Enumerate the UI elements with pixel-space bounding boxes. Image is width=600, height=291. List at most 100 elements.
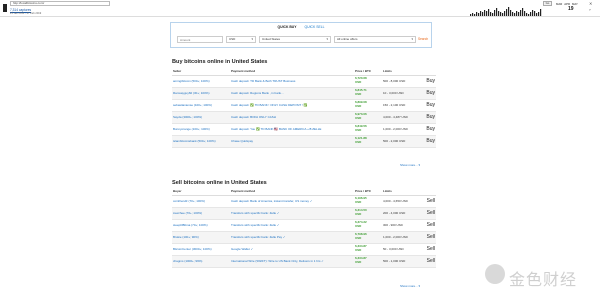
histogram-bar: [538, 12, 540, 16]
table-row[interactable]: Ramsayguy60 (30+; 100%) Cash deposit: Reg…: [172, 87, 436, 100]
trader-link[interactable]: sebastianiense (100+; 100%): [172, 99, 230, 112]
histogram-bar: [504, 11, 506, 16]
sell-button[interactable]: Sell: [420, 207, 436, 220]
histogram-bar: [488, 9, 490, 16]
payment-method-link[interactable]: Cash deposit: Bank of America, instant t…: [230, 195, 354, 208]
buy-button[interactable]: Buy: [420, 99, 436, 112]
wayback-day: 19: [568, 6, 574, 12]
payment-method-link[interactable]: Google Wallet ✓: [230, 243, 354, 256]
limits-cell: 1,000 - 2,000 USD: [382, 123, 420, 136]
trader-link[interactable]: coinfriendlr (70+; 100%): [172, 195, 230, 208]
trader-link[interactable]: zewchee (70+; 100%): [172, 207, 230, 220]
histogram-bar: [500, 12, 502, 16]
chevron-down-icon: ▾: [326, 37, 328, 41]
payment-method-link[interactable]: Chase Quickpay: [230, 135, 354, 148]
buy-show-more-link[interactable]: Show more... ▾: [400, 163, 420, 167]
amount-input[interactable]: [177, 36, 223, 43]
month-prev[interactable]: MAR: [556, 2, 562, 6]
limits-cell: 300 - 900 USD: [382, 219, 420, 232]
price-currency: USD: [355, 236, 362, 240]
wayback-go-button[interactable]: Go: [543, 1, 552, 6]
table-row[interactable]: coinfriendlr (70+; 100%) Cash deposit: Ba…: [172, 195, 436, 208]
histogram-bar: [478, 13, 480, 16]
price-currency: USD: [355, 248, 362, 252]
buy-button[interactable]: Buy: [420, 111, 436, 124]
histogram-bar: [490, 12, 492, 16]
limits-cell: 150 - 2,100 USD: [382, 99, 420, 112]
payment-method-link[interactable]: Transfers with specific bank: Zelle Pay …: [230, 231, 354, 244]
tab-quick-sell[interactable]: QUICK SELL: [301, 23, 329, 32]
payment-method-select[interactable]: All online offers ▾: [334, 36, 416, 43]
trader-link[interactable]: amingtbitcoin (500+; 100%): [172, 75, 230, 88]
sell-button[interactable]: Sell: [420, 255, 436, 268]
limits-cell: 4,000 - 4,487 USD: [382, 111, 420, 124]
buy-button[interactable]: Buy: [420, 135, 436, 148]
payment-method-link[interactable]: Cash deposit: ✅ TD BANK ! ONLY CASH DEPO…: [230, 99, 354, 112]
search-button[interactable]: Search: [418, 36, 428, 43]
table-row[interactable]: sebastianiense (100+; 100%) Cash deposit:…: [172, 99, 436, 112]
buy-button[interactable]: Buy: [420, 87, 436, 100]
quick-search-panel: QUICK BUYQUICK SELL USD▾ United States▾ …: [170, 22, 432, 48]
table-row[interactable]: chagms (1000+; 99%) International Wire (S…: [172, 255, 436, 268]
payment-method-link[interactable]: Transfers with specific bank: Zelle ✓: [230, 207, 354, 220]
sell-show-more-link[interactable]: Show more... ▾: [400, 284, 420, 288]
col-header: Payment method: [230, 68, 354, 76]
trader-link[interactable]: BitcoinCenter (3000+; 100%): [172, 243, 230, 256]
tab-quick-buy[interactable]: QUICK BUY: [273, 23, 301, 32]
help-icon[interactable]: ?: [589, 8, 591, 12]
histogram-bar: [524, 11, 526, 16]
wayback-capture-histogram[interactable]: [470, 4, 542, 16]
price-cell: 6,314.50 USD: [354, 207, 382, 220]
histogram-bar: [470, 14, 472, 16]
table-row[interactable]: islambitcoinsbank (500+; 100%) Chase Quic…: [172, 135, 436, 148]
currency-value: USD: [229, 37, 236, 41]
histogram-bar: [528, 14, 530, 16]
trader-link[interactable]: Ramsayguy60 (30+; 100%): [172, 87, 230, 100]
histogram-bar: [520, 10, 522, 16]
wayback-url-input[interactable]: http://localbitcoins.com/: [10, 1, 110, 6]
buy-button[interactable]: Buy: [420, 123, 436, 136]
close-icon[interactable]: ✕: [589, 1, 592, 6]
trader-link[interactable]: islambitcoinsbank (500+; 100%): [172, 135, 230, 148]
payment-method-link[interactable]: Cash deposit: You ✅ TD BANK 🇺🇸 BANK OF A…: [230, 123, 354, 136]
table-row[interactable]: zewchee (70+; 100%) Transfers with specif…: [172, 207, 436, 220]
trader-link[interactable]: Bunnyorange (100+; 100%): [172, 123, 230, 136]
trader-link[interactable]: steepl3Bitma (70+; 100%): [172, 219, 230, 232]
sell-button[interactable]: Sell: [420, 243, 436, 256]
buy-section-title: Buy bitcoins online in United States: [172, 59, 268, 65]
table-row[interactable]: BitcoinCenter (3000+; 100%) Google Wallet…: [172, 243, 436, 256]
trader-link[interactable]: Sayda (3000+; 100%): [172, 111, 230, 124]
payment-method-link[interactable]: Cash deposit: Regions Bank , in bank...: [230, 87, 354, 100]
watermark-badge-icon: [485, 264, 505, 284]
price-currency: USD: [355, 128, 362, 132]
col-header: [420, 68, 436, 76]
col-header: Buyer: [172, 188, 230, 196]
trader-link[interactable]: Brokie (100+; 90%): [172, 231, 230, 244]
price-currency: USD: [355, 104, 362, 108]
sell-section-title: Sell bitcoins online in United States: [172, 180, 267, 186]
sell-button[interactable]: Sell: [420, 195, 436, 208]
sell-button[interactable]: Sell: [420, 219, 436, 232]
sell-button[interactable]: Sell: [420, 231, 436, 244]
histogram-bar: [508, 7, 510, 16]
table-row[interactable]: steepl3Bitma (70+; 100%) Transfers with s…: [172, 219, 436, 232]
histogram-bar: [510, 10, 512, 16]
country-select[interactable]: United States ▾: [259, 36, 331, 43]
buy-button[interactable]: Buy: [420, 75, 436, 88]
col-header: Limits: [382, 188, 420, 196]
histogram-bar: [492, 13, 494, 16]
limits-cell: 4,000 - 4,650 USD: [382, 195, 420, 208]
table-row[interactable]: Sayda (3000+; 100%) Cash deposit: BOFA ON…: [172, 111, 436, 124]
payment-method-link[interactable]: Cash deposit: BOFA ONLY CASH: [230, 111, 354, 124]
payment-method-link[interactable]: International Wire (SWIFT): Wire to US B…: [230, 255, 354, 268]
table-row[interactable]: Bunnyorange (100+; 100%) Cash deposit: Yo…: [172, 123, 436, 136]
table-row[interactable]: amingtbitcoin (500+; 100%) Cash deposit: …: [172, 75, 436, 88]
payment-method-link[interactable]: Cash deposit: TD Bank & Both TRUST Busin…: [230, 75, 354, 88]
price-cell: 6,720.68 USD: [354, 75, 382, 88]
payment-method-link[interactable]: Transfers with specific bank: Zelle ✓: [230, 219, 354, 232]
trader-link[interactable]: chagms (1000+; 99%): [172, 255, 230, 268]
currency-select[interactable]: USD ▾: [226, 36, 256, 43]
table-row[interactable]: Brokie (100+; 90%) Transfers with specifi…: [172, 231, 436, 244]
wayback-logo[interactable]: [3, 4, 7, 12]
price-currency: USD: [355, 212, 362, 216]
